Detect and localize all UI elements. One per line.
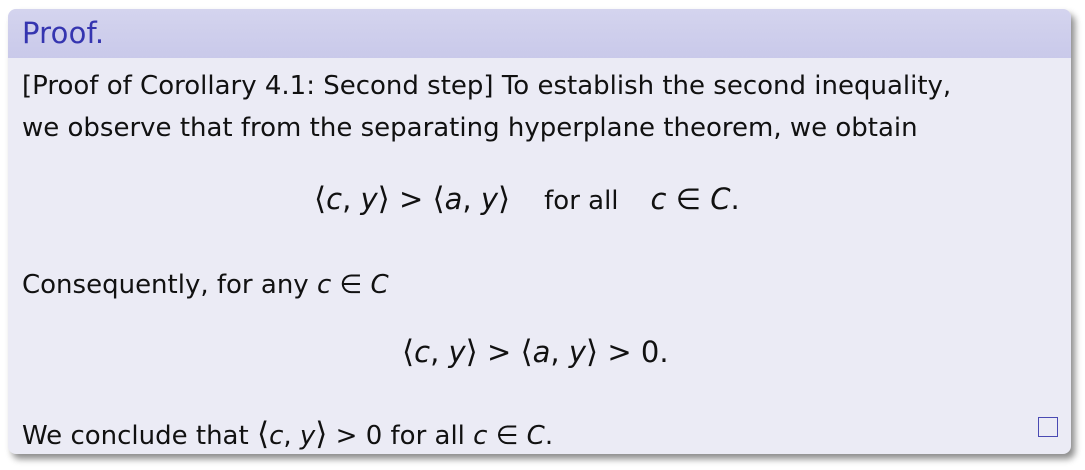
equation-2: ⟨c, y⟩ > ⟨a, y⟩ > 0.	[402, 334, 669, 370]
comma: ,	[550, 335, 569, 369]
conclusion-text: We conclude that	[22, 421, 257, 451]
consequently-line: Consequently, for any c ∈ C	[22, 270, 389, 300]
var-y: y	[448, 335, 466, 369]
element-of-symbol: ∈	[487, 421, 527, 451]
angle-close: ⟩	[586, 334, 599, 370]
greater-than-zero: > 0.	[598, 335, 669, 369]
equation-1: ⟨c, y⟩ > ⟨a, y⟩ for all c ∈ C.	[314, 181, 740, 217]
proof-block-header: Proof.	[8, 9, 1071, 58]
var-c: c	[269, 421, 284, 451]
proof-block: Proof. [Proof of Corollary 4.1: Second s…	[8, 9, 1071, 454]
angle-close: ⟩	[315, 416, 328, 452]
proof-text-line-1: [Proof of Corollary 4.1: Second step] To…	[22, 71, 952, 101]
set-C: C	[370, 270, 389, 300]
var-c: c	[650, 182, 667, 216]
var-c: c	[326, 182, 343, 216]
comma: ,	[430, 335, 449, 369]
angle-open: ⟨	[256, 416, 270, 452]
angle-open: ⟨	[520, 334, 533, 370]
consequently-text: Consequently, for any	[22, 270, 317, 300]
conclusion-line: We conclude that ⟨c, y⟩ > 0 for all c ∈ …	[22, 416, 553, 452]
period: .	[544, 421, 554, 451]
angle-open: ⟨	[402, 334, 415, 370]
var-y: y	[480, 182, 499, 216]
var-y: y	[360, 182, 378, 216]
element-of-symbol: ∈	[666, 182, 711, 216]
comma: ,	[283, 421, 300, 451]
conclusion-gt-text: > 0 for all	[327, 421, 474, 451]
proof-text-line-2: we observe that from the separating hype…	[22, 113, 918, 143]
proof-title: Proof.	[22, 16, 105, 50]
angle-close: ⟩	[498, 181, 511, 217]
angle-close: ⟩	[377, 181, 390, 217]
angle-close: ⟩	[465, 334, 478, 370]
angle-open: ⟨	[432, 181, 445, 217]
for-all-text: for all	[544, 186, 619, 216]
set-C: C	[710, 182, 731, 216]
period: .	[730, 182, 740, 216]
var-a: a	[444, 182, 463, 216]
set-C: C	[526, 421, 545, 451]
greater-than: >	[389, 182, 433, 216]
var-y: y	[299, 421, 316, 451]
comma: ,	[462, 182, 481, 216]
var-c: c	[414, 335, 431, 369]
qed-square-icon	[1038, 417, 1058, 437]
angle-open: ⟨	[314, 181, 327, 217]
greater-than: >	[477, 335, 521, 369]
element-of-symbol: ∈	[331, 270, 371, 300]
var-c: c	[316, 270, 332, 300]
var-c: c	[473, 421, 488, 451]
var-y: y	[568, 335, 587, 369]
var-a: a	[532, 335, 551, 369]
comma: ,	[342, 182, 361, 216]
